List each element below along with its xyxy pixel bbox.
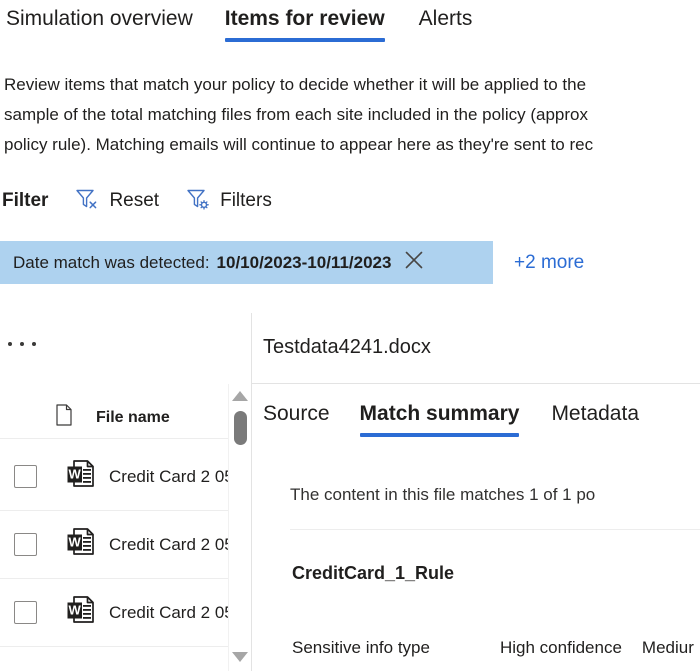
filters-label: Filters (220, 190, 272, 211)
column-header-sensitive-info-type: Sensitive info type (292, 638, 430, 657)
match-summary-intro: The content in this file matches 1 of 1 … (290, 485, 596, 504)
scroll-up-arrow-icon[interactable] (232, 391, 248, 401)
column-header-high-confidence: High confidence (500, 638, 622, 657)
word-document-icon: W (63, 524, 99, 565)
tab-metadata[interactable]: Metadata (551, 401, 639, 439)
scroll-down-arrow-icon[interactable] (232, 652, 248, 662)
applied-filter-name: Date match was detected: (13, 252, 210, 272)
close-icon[interactable] (403, 249, 425, 276)
file-name-cell: Credit Card 2 05 (109, 466, 228, 486)
scrollbar-thumb[interactable] (234, 411, 247, 445)
detail-tab-bar: Source Match summary Metadata (263, 401, 639, 439)
file-name-cell: Credit Card 2 05 (109, 534, 228, 554)
more-filters-link[interactable]: +2 more (514, 241, 584, 284)
primary-tab-bar: Simulation overview Items for review Ale… (0, 0, 700, 50)
column-header-file-name[interactable]: File name (96, 409, 170, 427)
svg-text:W: W (69, 535, 82, 550)
list-scrollbar[interactable] (228, 384, 250, 671)
table-row[interactable]: W Credit Card 2 05 (0, 511, 228, 579)
reset-filter-label: Reset (109, 190, 160, 211)
tab-alerts[interactable]: Alerts (419, 0, 473, 44)
applied-filters-bar: Date match was detected: 10/10/2023-10/1… (0, 241, 584, 284)
match-summary-divider (290, 529, 700, 530)
svg-text:W: W (69, 603, 82, 618)
rule-table-header: Sensitive info type High confidence Medi… (292, 638, 694, 658)
document-icon (54, 403, 74, 432)
svg-text:W: W (69, 467, 82, 482)
reset-filter-button[interactable]: Reset (74, 187, 159, 216)
file-list-panel: File name W Credit Card 2 05 W Credit Ca… (0, 313, 251, 671)
detail-file-title: Testdata4241.docx (263, 336, 431, 358)
funnel-settings-icon (185, 187, 211, 216)
filters-button[interactable]: Filters (185, 187, 272, 216)
tab-items-for-review[interactable]: Items for review (224, 0, 385, 44)
content-split-view: File name W Credit Card 2 05 W Credit Ca… (0, 313, 700, 671)
tab-simulation-overview[interactable]: Simulation overview (6, 0, 193, 44)
file-detail-panel: Testdata4241.docx Source Match summary M… (252, 313, 700, 671)
table-row[interactable]: W Credit Card 2 05 (0, 443, 228, 511)
row-checkbox[interactable] (14, 465, 37, 488)
column-header-medium-confidence: Mediur (641, 638, 694, 657)
more-options-icon[interactable] (8, 335, 36, 353)
table-row[interactable]: W Credit Card 2 05 (0, 579, 228, 647)
row-checkbox[interactable] (14, 533, 37, 556)
file-name-cell: Credit Card 2 05 (109, 602, 228, 622)
funnel-clear-icon (74, 187, 100, 216)
word-document-icon: W (63, 456, 99, 497)
applied-filter-value: 10/10/2023-10/11/2023 (216, 252, 392, 272)
detail-title-divider (252, 383, 700, 384)
word-document-icon: W (63, 592, 99, 633)
tab-source[interactable]: Source (263, 401, 330, 439)
page-description: Review items that match your policy to d… (4, 75, 594, 154)
row-checkbox[interactable] (14, 601, 37, 624)
rule-name-heading: CreditCard_1_Rule (292, 563, 455, 583)
list-command-bar (0, 313, 251, 371)
applied-filter-pill[interactable]: Date match was detected: 10/10/2023-10/1… (0, 241, 493, 284)
tab-match-summary[interactable]: Match summary (359, 401, 519, 439)
filter-toolbar: Filter Reset Filters (0, 183, 272, 219)
filter-label: Filter (2, 190, 49, 211)
file-list-header: File name (0, 397, 228, 439)
